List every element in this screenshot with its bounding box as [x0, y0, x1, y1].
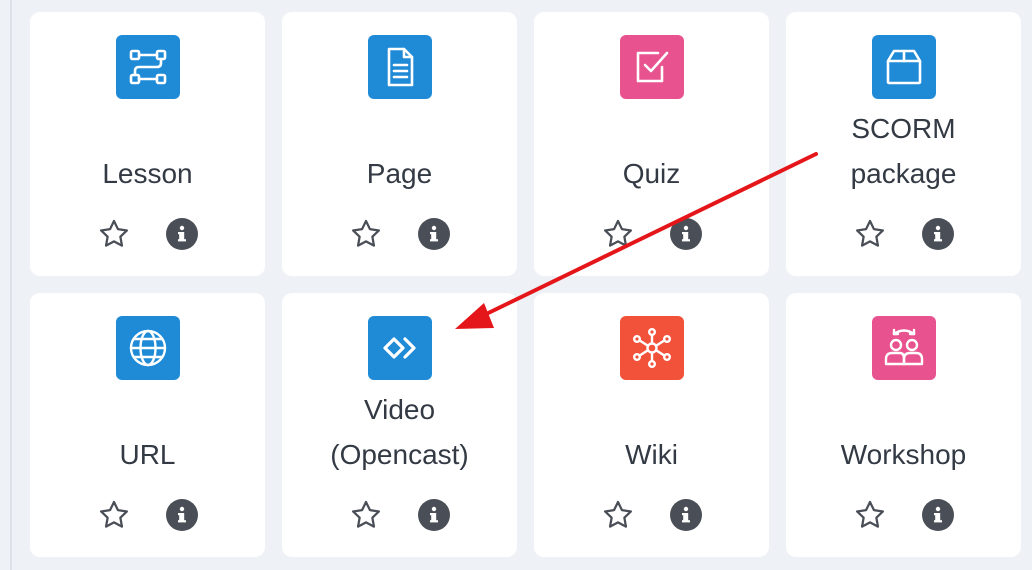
star-outline-icon[interactable]: [852, 216, 888, 252]
activity-card-quiz[interactable]: Quiz: [534, 12, 769, 276]
activity-label: Page: [366, 158, 433, 189]
star-outline-icon[interactable]: [96, 497, 132, 533]
activity-label: Quiz: [622, 158, 681, 189]
scorm-box-icon: [872, 35, 936, 99]
info-icon[interactable]: [922, 218, 954, 250]
info-icon[interactable]: [418, 218, 450, 250]
activity-label: Lesson: [102, 158, 193, 189]
activity-card-wiki[interactable]: Wiki: [534, 293, 769, 557]
activity-label: SCORM package: [850, 113, 957, 189]
info-icon[interactable]: [670, 499, 702, 531]
activity-card-video-opencast[interactable]: Video (Opencast): [282, 293, 517, 557]
card-actions: [534, 497, 769, 533]
activity-card-scorm[interactable]: SCORM package: [786, 12, 1021, 276]
activity-card-page[interactable]: Page: [282, 12, 517, 276]
activity-label: Workshop: [840, 439, 967, 470]
card-actions: [282, 497, 517, 533]
workshop-people-icon: [872, 316, 936, 380]
activity-label: Wiki: [625, 439, 678, 470]
card-actions: [786, 216, 1021, 252]
page-document-icon: [368, 35, 432, 99]
activity-card-lesson[interactable]: Lesson: [30, 12, 265, 276]
activity-card-url[interactable]: URL: [30, 293, 265, 557]
opencast-video-icon: [368, 316, 432, 380]
activity-card-workshop[interactable]: Workshop: [786, 293, 1021, 557]
card-actions: [282, 216, 517, 252]
panel-border: [10, 0, 12, 570]
info-icon[interactable]: [166, 218, 198, 250]
card-actions: [30, 216, 265, 252]
star-outline-icon[interactable]: [600, 216, 636, 252]
card-actions: [30, 497, 265, 533]
info-icon[interactable]: [670, 218, 702, 250]
info-icon[interactable]: [166, 499, 198, 531]
star-outline-icon[interactable]: [348, 497, 384, 533]
url-globe-icon: [116, 316, 180, 380]
activity-label: URL: [119, 439, 176, 470]
lesson-path-icon: [116, 35, 180, 99]
star-outline-icon[interactable]: [348, 216, 384, 252]
info-icon[interactable]: [922, 499, 954, 531]
activity-grid: Lesson Page Quiz SCORM package URL Video…: [30, 12, 1021, 557]
info-icon[interactable]: [418, 499, 450, 531]
star-outline-icon[interactable]: [96, 216, 132, 252]
star-outline-icon[interactable]: [852, 497, 888, 533]
card-actions: [786, 497, 1021, 533]
activity-label: Video (Opencast): [330, 394, 469, 470]
star-outline-icon[interactable]: [600, 497, 636, 533]
card-actions: [534, 216, 769, 252]
wiki-network-icon: [620, 316, 684, 380]
activity-chooser: Lesson Page Quiz SCORM package URL Video…: [0, 0, 1032, 570]
quiz-checkbox-icon: [620, 35, 684, 99]
